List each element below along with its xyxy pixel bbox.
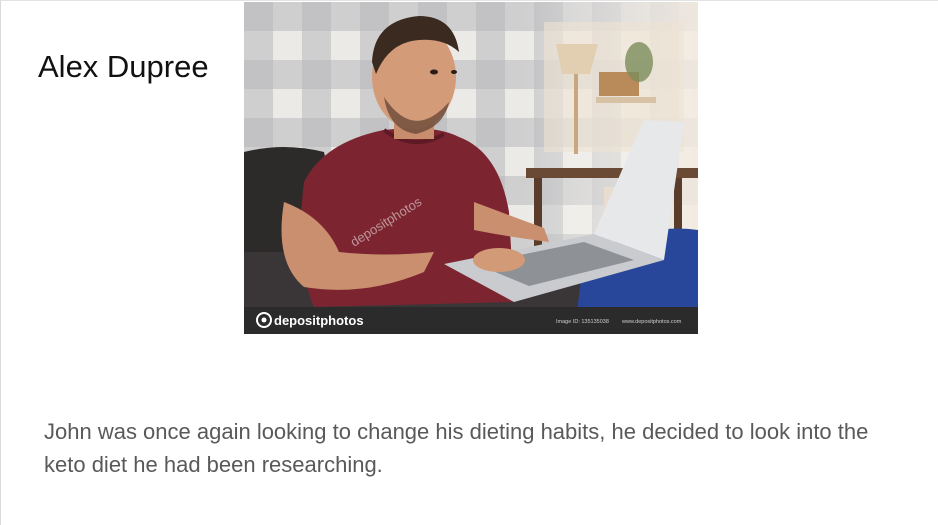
depositphotos-logo: depositphotos bbox=[274, 313, 364, 328]
stock-photo: depositphotos depositphotos Image ID: 13… bbox=[244, 2, 698, 334]
photo-image-id: Image ID: 135135038 bbox=[556, 319, 609, 325]
slide-caption: John was once again looking to change hi… bbox=[44, 419, 869, 477]
author-name: Alex Dupree bbox=[38, 49, 209, 84]
photo-site-url: www.depositphotos.com bbox=[621, 319, 682, 325]
slide: Alex Dupree depositphotos depositphotos … bbox=[0, 0, 938, 525]
